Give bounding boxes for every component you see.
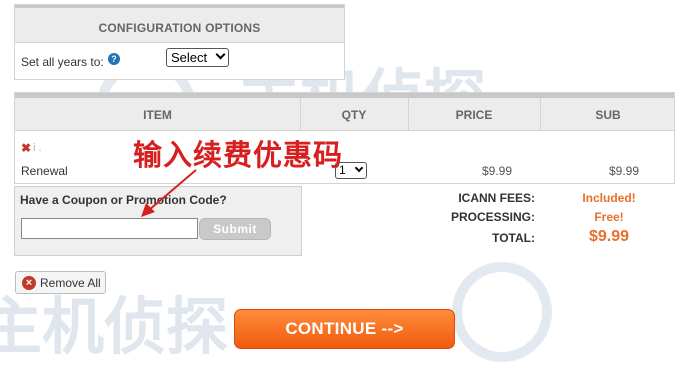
item-type: Renewal [21,164,68,178]
coupon-label: Have a Coupon or Promotion Code? [20,193,227,207]
chevron-down-icon [215,49,226,60]
submit-button[interactable]: Submit [199,218,271,240]
chevron-down-icon [354,163,364,173]
item-subtotal: $9.99 [609,164,640,178]
configuration-options-panel: CONFIGURATION OPTIONS Set all years to: … [14,4,345,80]
cart-table: ITEM QTY PRICE SUB ✖ i . Renewal 1 $9.99… [14,92,675,184]
remove-all-label: Remove All [40,276,101,290]
column-header-item: ITEM [143,108,172,122]
coupon-panel: Have a Coupon or Promotion Code? Submit [14,186,302,256]
watermark-logo-2 [452,262,552,362]
set-years-label: Set all years to: [21,55,104,69]
column-header-qty: QTY [341,108,367,122]
years-select[interactable]: Select [166,48,229,67]
cart-table-header: ITEM QTY PRICE SUB [15,93,674,131]
item-price: $9.99 [482,164,513,178]
icann-fees-label: ICANN FEES: [458,191,535,205]
remove-all-button[interactable]: × Remove All [15,271,106,294]
annotation-text: 输入续费优惠码 [133,138,344,172]
set-years-row: Set all years to: ? Select [15,43,344,79]
total-label: TOTAL: [492,231,535,245]
coupon-input[interactable] [21,218,198,239]
column-header-sub: SUB [595,108,621,122]
processing-value: Free! [594,210,624,224]
processing-label: PROCESSING: [450,210,535,224]
years-select-value: Select [171,50,208,65]
x-circle-icon: × [22,276,36,290]
domain-name: i . [33,142,42,154]
total-value: $9.99 [588,228,630,245]
column-header-price: PRICE [455,108,493,122]
continue-button[interactable]: CONTINUE --> [234,309,455,349]
question-mark-icon[interactable]: ? [108,53,120,65]
icann-fees-value: Included! [582,191,636,205]
configuration-options-header: CONFIGURATION OPTIONS [15,5,344,43]
x-icon[interactable]: ✖ [21,141,31,155]
